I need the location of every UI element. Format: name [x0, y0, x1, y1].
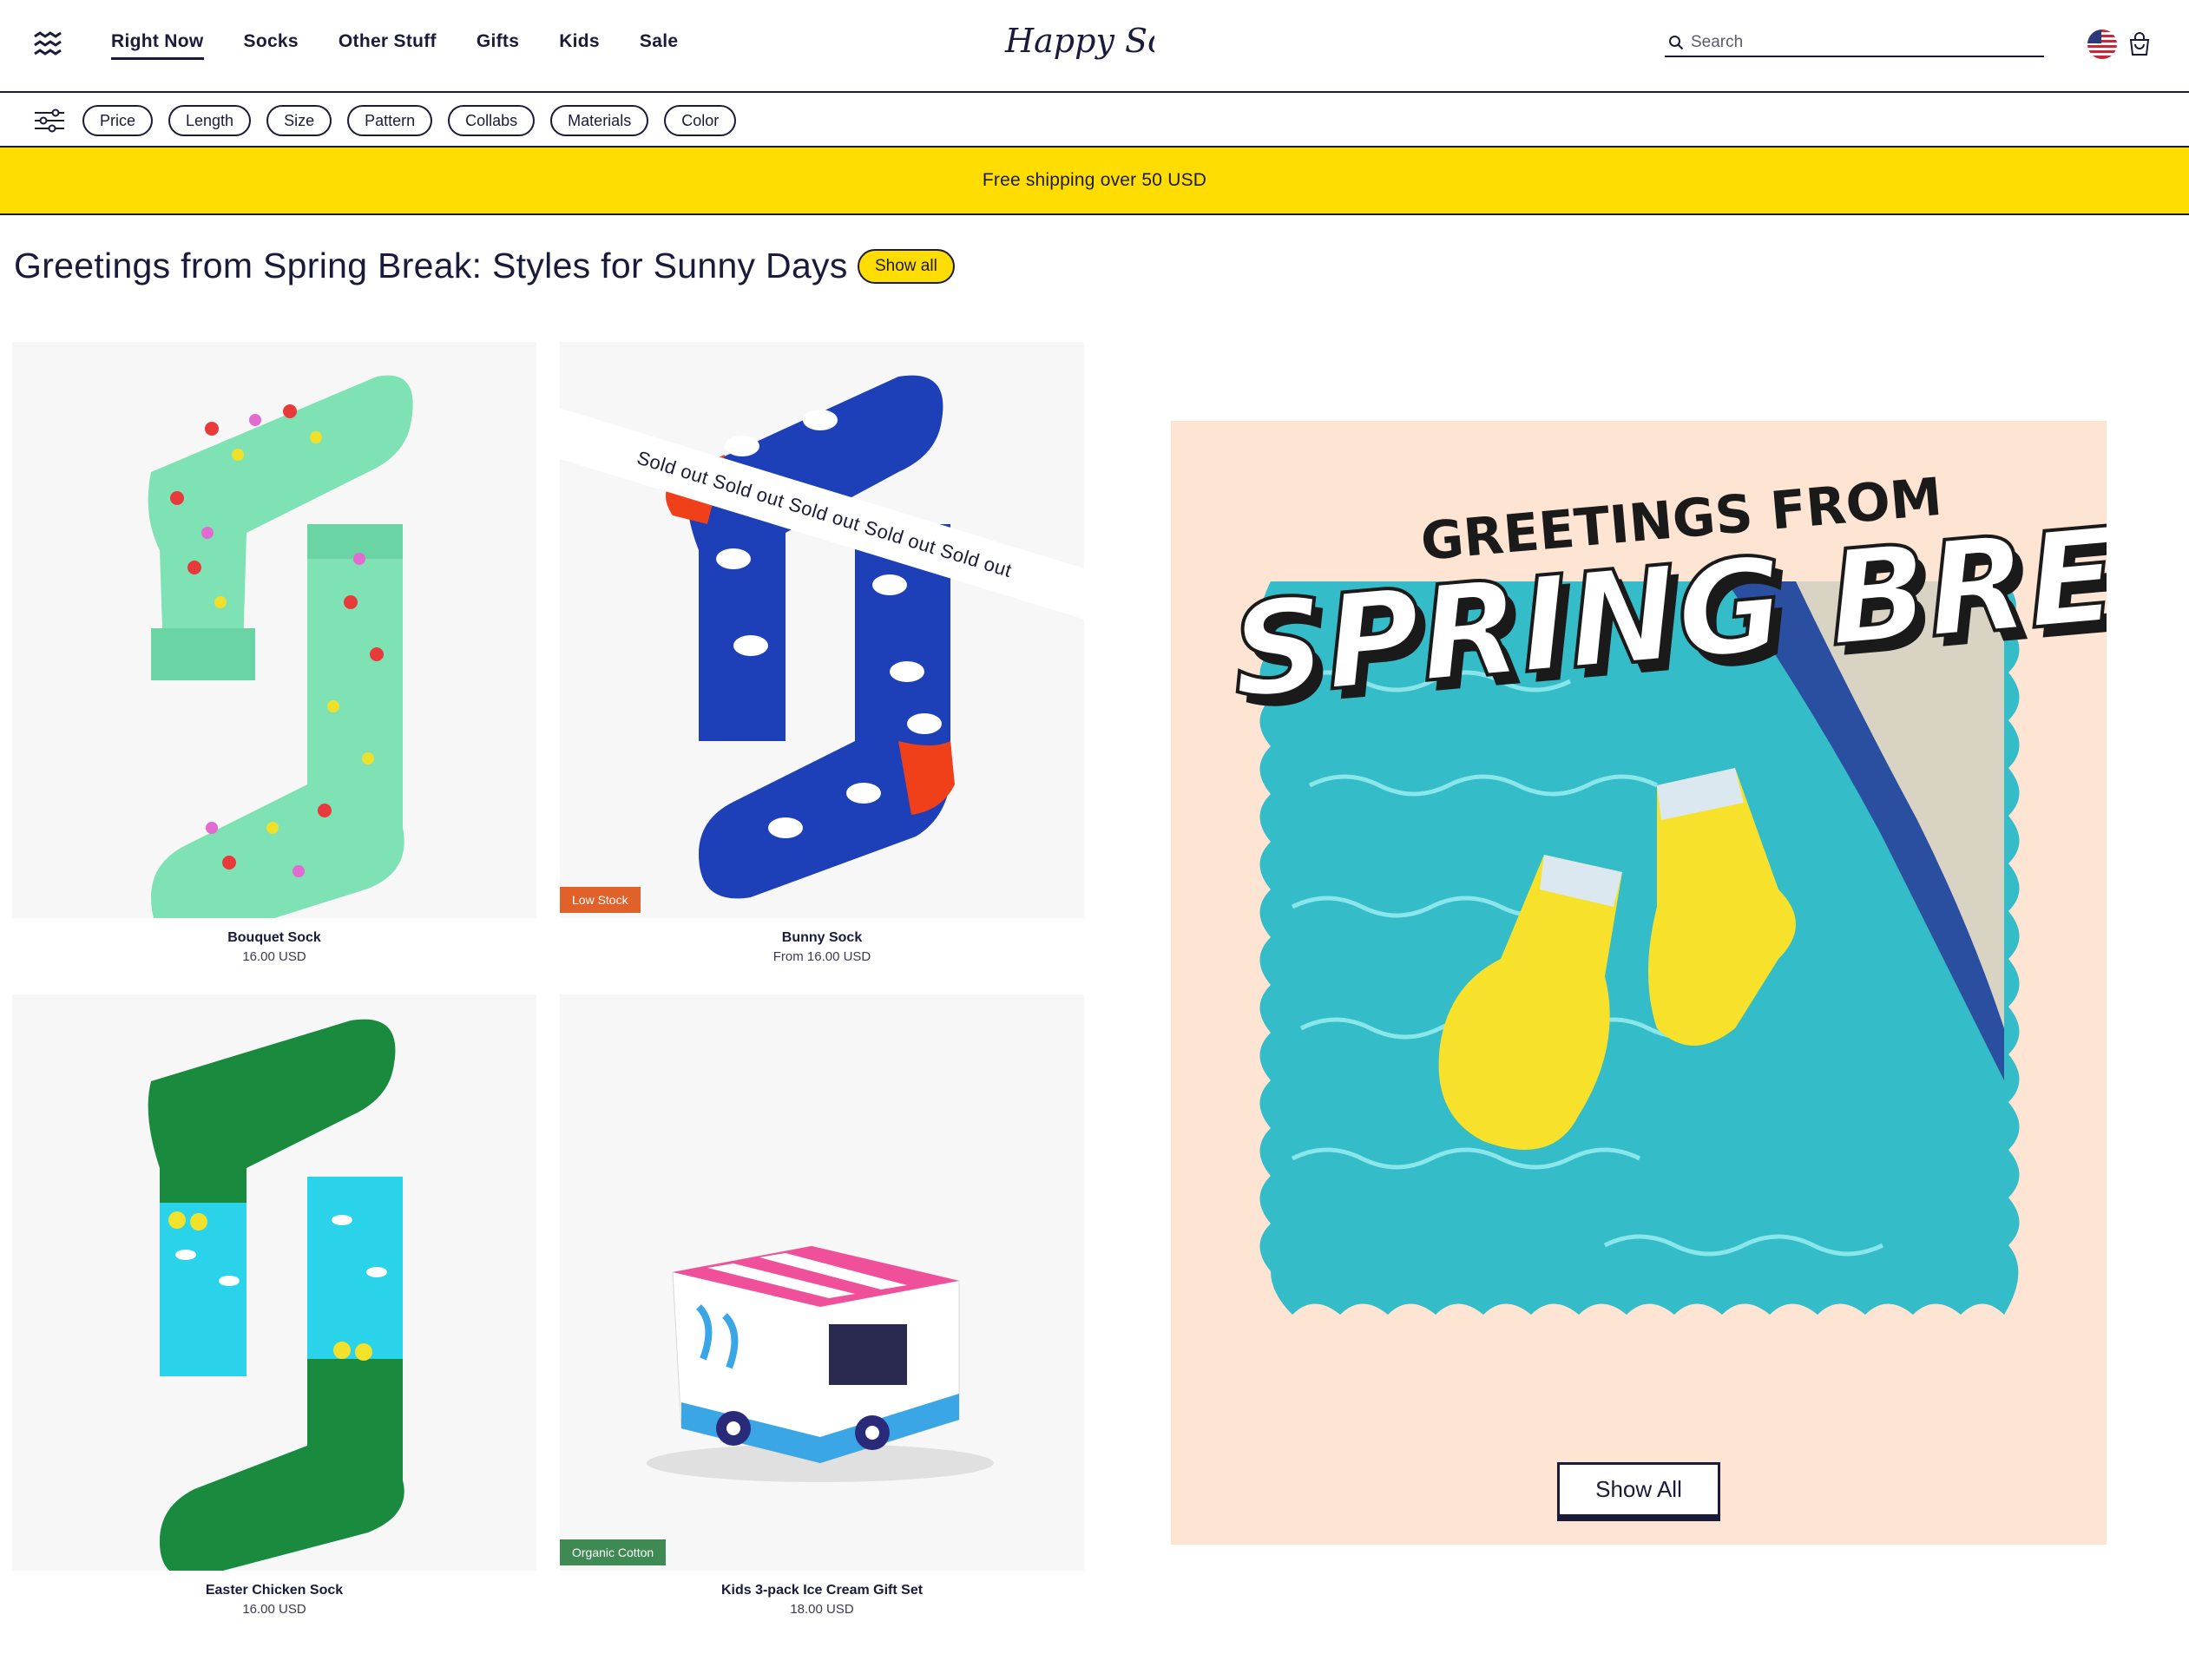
product-price: 18.00 USD — [790, 1602, 854, 1617]
filter-chip-pattern[interactable]: Pattern — [347, 105, 433, 136]
easter-chicken-sock-image — [148, 1019, 404, 1571]
happy-socks-logo[interactable]: Happy Socks — [998, 7, 1154, 78]
nav-socks[interactable]: Socks — [244, 31, 299, 60]
product-image[interactable]: Organic Cotton — [560, 994, 1084, 1571]
filter-chip-length[interactable]: Length — [168, 105, 252, 136]
product-name[interactable]: Bunny Sock — [560, 930, 1084, 946]
ice-cream-truck-box-image — [647, 1245, 994, 1482]
product-card-bouquet-sock[interactable]: Bouquet Sock 16.00 USD — [12, 342, 536, 964]
sliders-icon[interactable] — [33, 108, 66, 133]
nav-sale[interactable]: Sale — [640, 31, 678, 60]
bunny-sock-image — [666, 375, 955, 899]
filter-chip-price[interactable]: Price — [82, 105, 154, 136]
nav-gifts[interactable]: Gifts — [477, 31, 519, 60]
promo-banner: Free shipping over 50 USD — [0, 148, 2189, 215]
main-nav: Right Now Socks Other Stuff Gifts Kids S… — [111, 31, 678, 60]
product-card-ice-cream-gift-set[interactable]: Organic Cotton Kids 3-pack Ice Cream Gif… — [560, 994, 1084, 1617]
top-header: Right Now Socks Other Stuff Gifts Kids S… — [0, 0, 2189, 93]
filter-bar: Price Length Size Pattern Collabs Materi… — [0, 93, 2189, 148]
product-card-easter-chicken-sock[interactable]: Easter Chicken Sock 16.00 USD — [12, 994, 536, 1617]
nav-kids[interactable]: Kids — [559, 31, 600, 60]
spring-break-artwork: GREETINGS FROM SPRING BREAK SPRING BREAK — [1224, 467, 2107, 1315]
filter-chip-size[interactable]: Size — [266, 105, 332, 136]
banner-show-all-button[interactable]: Show All — [1557, 1462, 1720, 1521]
filter-chip-color[interactable]: Color — [664, 105, 737, 136]
shopping-bag-icon[interactable] — [2127, 31, 2153, 57]
search-bar[interactable] — [1665, 30, 2044, 57]
search-input[interactable] — [1691, 33, 2021, 52]
product-image[interactable] — [12, 994, 536, 1571]
section-title: Greetings from Spring Break: Styles for … — [14, 246, 848, 285]
product-price: 16.00 USD — [242, 949, 306, 964]
organic-cotton-badge: Organic Cotton — [560, 1539, 667, 1565]
product-price: From 16.00 USD — [772, 949, 871, 964]
search-icon — [1669, 36, 1684, 50]
nav-other-stuff[interactable]: Other Stuff — [339, 31, 437, 60]
wave-menu-icon[interactable] — [33, 31, 64, 57]
show-all-button[interactable]: Show all — [858, 249, 955, 284]
product-card-bunny-sock[interactable]: Sold out Sold out Sold out Sold out Sold… — [560, 342, 1084, 964]
promo-text: Free shipping over 50 USD — [982, 170, 1207, 190]
product-name[interactable]: Easter Chicken Sock — [12, 1583, 536, 1598]
filter-chips: Price Length Size Pattern Collabs Materi… — [82, 105, 737, 136]
spring-break-banner[interactable]: GREETINGS FROM SPRING BREAK SPRING BREAK… — [1171, 421, 2107, 1545]
nav-right-now[interactable]: Right Now — [111, 31, 204, 60]
us-flag-icon[interactable] — [2087, 30, 2117, 59]
product-name[interactable]: Kids 3-pack Ice Cream Gift Set — [560, 1583, 1084, 1598]
product-image[interactable]: Sold out Sold out Sold out Sold out Sold… — [560, 342, 1084, 918]
filter-chip-materials[interactable]: Materials — [550, 105, 649, 136]
filter-chip-collabs[interactable]: Collabs — [448, 105, 536, 136]
low-stock-badge: Low Stock — [560, 887, 641, 913]
product-price: 16.00 USD — [242, 1602, 306, 1617]
product-image[interactable] — [12, 342, 536, 918]
product-name[interactable]: Bouquet Sock — [12, 930, 536, 946]
bouquet-sock-image — [148, 375, 413, 918]
logo-text: Happy Socks — [1004, 22, 1154, 60]
